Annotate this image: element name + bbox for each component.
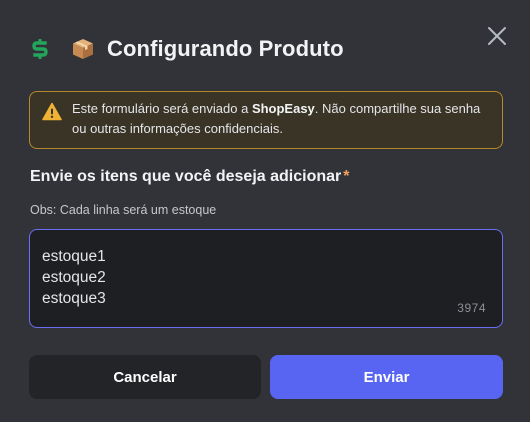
textarea-line: estoque2 (42, 269, 106, 286)
field-hint: Obs: Cada linha será um estoque (30, 203, 217, 217)
required-mark: * (343, 168, 350, 185)
modal-header: Configurando Produto (30, 32, 344, 66)
warning-banner: Este formulário será enviado a ShopEasy.… (29, 91, 503, 149)
stock-items-textarea[interactable]: estoque1 estoque2 estoque3 3974 (29, 229, 503, 328)
dollar-s-logo-icon (30, 37, 50, 61)
configure-product-modal: Configurando Produto Este formulário ser… (0, 0, 530, 422)
textarea-line: estoque1 (42, 248, 106, 265)
character-counter: 3974 (457, 301, 486, 315)
submit-button[interactable]: Enviar (270, 355, 503, 399)
warning-triangle-icon (42, 102, 62, 121)
close-icon (488, 27, 506, 45)
field-label: Envie os itens que você deseja adicionar… (30, 168, 350, 185)
warning-text: Este formulário será enviado a ShopEasy.… (72, 101, 481, 136)
modal-title: Configurando Produto (107, 36, 344, 61)
app-name: ShopEasy (251, 101, 315, 116)
close-button[interactable] (486, 25, 508, 47)
textarea-line: estoque3 (42, 290, 106, 307)
cancel-button[interactable]: Cancelar (29, 355, 261, 399)
package-box-icon (72, 38, 94, 60)
